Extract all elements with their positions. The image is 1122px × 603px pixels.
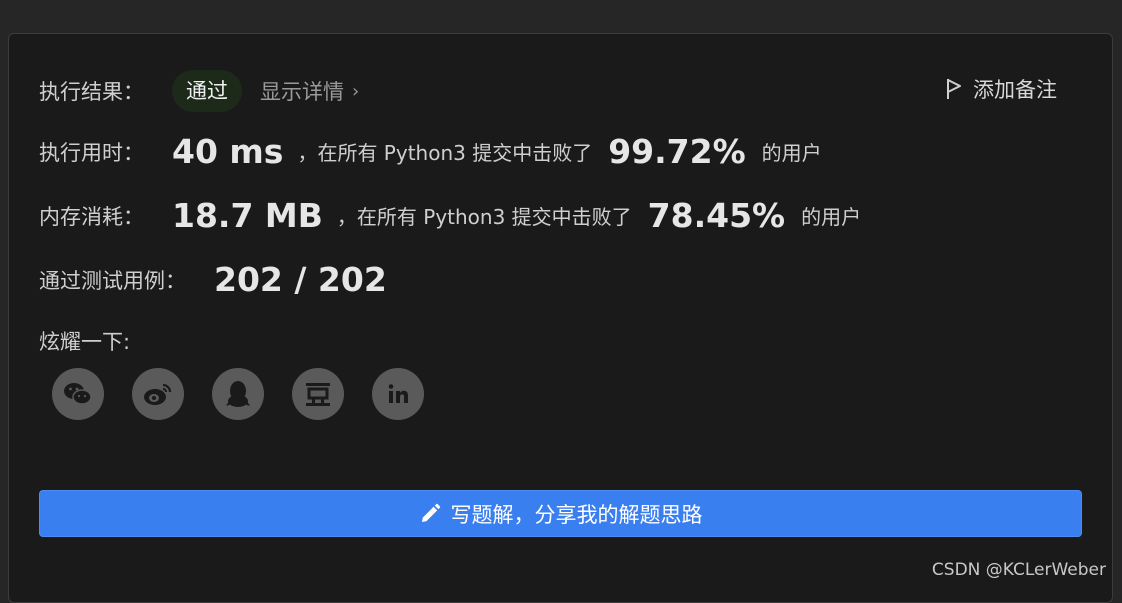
memory-percent: 78.45%: [648, 196, 785, 235]
flag-icon: [945, 77, 963, 101]
share-label: 炫耀一下:: [39, 326, 130, 356]
runtime-suffix: 的用户: [762, 137, 822, 166]
testcases-row: 通过测试用例： 202 / 202: [39, 260, 387, 299]
douban-icon[interactable]: [292, 368, 344, 420]
testcases-label: 通过测试用例：: [39, 265, 186, 295]
memory-text: ，在所有 Python3 提交中击败了: [337, 201, 632, 230]
result-row: 执行结果： 通过 显示详情 ›: [39, 70, 359, 112]
runtime-label: 执行用时：: [39, 137, 144, 167]
share-icons: [52, 368, 452, 420]
weibo-icon[interactable]: [132, 368, 184, 420]
memory-label: 内存消耗：: [39, 201, 144, 231]
result-label: 执行结果：: [39, 76, 144, 106]
wechat-icon[interactable]: [52, 368, 104, 420]
submission-result-panel: 执行结果： 通过 显示详情 › 添加备注 执行用时： 40 ms ，在所有 Py…: [8, 33, 1113, 603]
pencil-icon: [419, 503, 441, 525]
memory-suffix: 的用户: [801, 201, 861, 230]
watermark: CSDN @KCLerWeber: [932, 560, 1106, 580]
write-solution-label: 写题解，分享我的解题思路: [451, 499, 703, 529]
add-note-button[interactable]: 添加备注: [945, 74, 1057, 104]
share-row-label: 炫耀一下:: [39, 326, 130, 356]
status-badge: 通过: [172, 70, 242, 112]
memory-value: 18.7 MB: [172, 196, 323, 235]
linkedin-icon[interactable]: [372, 368, 424, 420]
chevron-right-icon: ›: [352, 81, 359, 102]
runtime-value: 40 ms: [172, 132, 283, 171]
qq-icon[interactable]: [212, 368, 264, 420]
memory-row: 内存消耗： 18.7 MB ，在所有 Python3 提交中击败了 78.45%…: [39, 196, 861, 235]
write-solution-button[interactable]: 写题解，分享我的解题思路: [39, 490, 1082, 537]
show-details-label: 显示详情: [260, 76, 344, 106]
add-note-label: 添加备注: [973, 74, 1057, 104]
runtime-row: 执行用时： 40 ms ，在所有 Python3 提交中击败了 99.72% 的…: [39, 132, 822, 171]
runtime-text: ，在所有 Python3 提交中击败了: [297, 137, 592, 166]
show-details-link[interactable]: 显示详情 ›: [260, 76, 359, 106]
testcases-value: 202 / 202: [214, 260, 387, 299]
runtime-percent: 99.72%: [608, 132, 745, 171]
